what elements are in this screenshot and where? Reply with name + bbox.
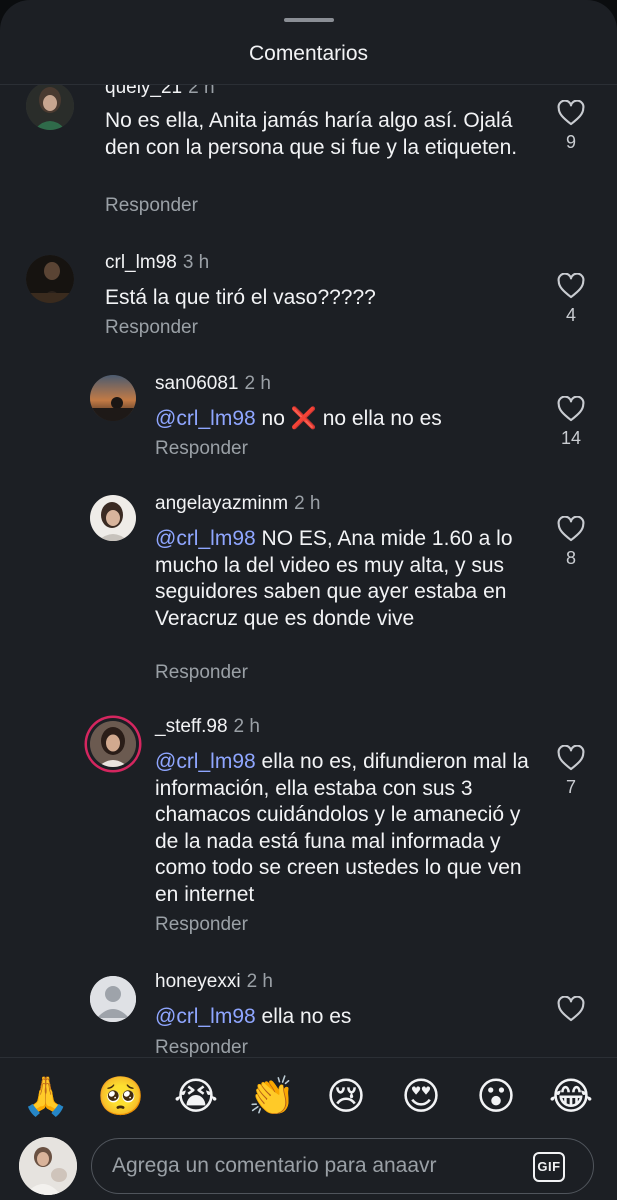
comments-sheet: Comentarios quely_21 2 h No es ella, Anit… <box>0 0 617 1200</box>
emoji-heart-eyes[interactable]: 😍 <box>398 1074 444 1120</box>
timestamp: 2 h <box>294 493 321 514</box>
like-button[interactable]: 7 <box>555 745 587 798</box>
timestamp: 2 h <box>244 373 271 394</box>
emoji-open-mouth[interactable]: 😮 <box>473 1074 519 1120</box>
reply-item: angelayazminm 2 h @crl_lm98 NO ES, Ana mi… <box>0 491 617 701</box>
reply-item: _steff.98 2 h @crl_lm98 ella no es, difun… <box>0 716 617 959</box>
like-button[interactable]: 14 <box>555 396 587 449</box>
emoji-crying-face[interactable]: 😢 <box>323 1074 369 1120</box>
mention-link[interactable]: @crl_lm98 <box>155 750 256 773</box>
comment-text: Está la que tiró el vaso????? <box>105 286 376 309</box>
quick-emoji-bar: 🙏 🥺 😭 👏 😢 😍 😮 😂 <box>0 1057 617 1135</box>
username[interactable]: crl_lm98 <box>105 252 177 273</box>
reply-button[interactable]: Responder <box>155 914 248 936</box>
comment-item: quely_21 2 h No es ella, Anita jamás harí… <box>0 85 617 235</box>
emoji-loudly-crying-face[interactable]: 😭 <box>173 1074 219 1120</box>
like-button[interactable]: 8 <box>555 516 587 569</box>
current-user-avatar <box>19 1137 77 1195</box>
heart-outline-icon <box>557 745 585 771</box>
emoji-folded-hands[interactable]: 🙏 <box>22 1074 69 1120</box>
username[interactable]: angelayazminm <box>155 493 288 514</box>
reply-item: san06081 2 h @crl_lm98 no ❌ no ella no es… <box>0 371 617 471</box>
gif-icon[interactable]: GIF <box>533 1152 565 1182</box>
timestamp: 2 h <box>188 85 215 98</box>
comment-input[interactable] <box>112 1147 512 1185</box>
comment-text: @crl_lm98 no ❌ no ella no es <box>155 407 442 430</box>
timestamp: 2 h <box>233 716 260 737</box>
like-count: 8 <box>565 548 576 568</box>
username[interactable]: _steff.98 <box>155 716 228 737</box>
comment-meta: _steff.98 2 h <box>155 716 260 738</box>
sheet-title: Comentarios <box>248 42 369 65</box>
comment-meta: crl_lm98 3 h <box>105 252 209 274</box>
like-count: 7 <box>565 777 576 797</box>
emoji-clapping-hands[interactable]: 👏 <box>248 1074 295 1120</box>
timestamp: 2 h <box>246 971 273 992</box>
user-avatar[interactable] <box>26 85 74 130</box>
default-avatar-icon[interactable] <box>90 976 136 1022</box>
user-avatar[interactable] <box>26 255 74 303</box>
comment-meta: san06081 2 h <box>155 373 271 395</box>
comment-item: crl_lm98 3 h Está la que tiró el vaso????… <box>0 250 617 350</box>
user-avatar[interactable] <box>90 495 136 541</box>
like-button[interactable]: 4 <box>555 273 587 326</box>
username[interactable]: quely_21 <box>105 85 182 98</box>
heart-outline-icon <box>557 396 585 422</box>
drag-handle[interactable] <box>284 18 334 22</box>
comment-text: @crl_lm98 ella no es <box>155 1005 352 1028</box>
user-avatar[interactable] <box>90 375 136 421</box>
heart-outline-icon <box>557 996 585 1022</box>
like-count: 4 <box>565 305 576 325</box>
heart-outline-icon <box>557 100 585 126</box>
heart-outline-icon <box>557 516 585 542</box>
comment-meta: quely_21 2 h <box>105 85 215 99</box>
reply-button[interactable]: Responder <box>155 662 248 684</box>
reply-item: honeyexxi 2 h @crl_lm98 ella no es Respon… <box>0 971 617 1057</box>
comment-input-box: GIF <box>91 1138 594 1194</box>
comment-meta: honeyexxi 2 h <box>155 971 273 993</box>
mention-link[interactable]: @crl_lm98 <box>155 407 256 430</box>
reply-button[interactable]: Responder <box>155 1037 248 1057</box>
reply-button[interactable]: Responder <box>105 317 198 339</box>
heart-outline-icon <box>557 273 585 299</box>
mention-link[interactable]: @crl_lm98 <box>155 527 256 550</box>
comment-text: @crl_lm98 ella no es, difundieron mal la… <box>155 750 529 906</box>
emoji-pleading-face[interactable]: 🥺 <box>97 1074 144 1120</box>
like-count: 14 <box>560 428 582 448</box>
reply-button[interactable]: Responder <box>105 195 198 217</box>
cross-mark-emoji: ❌ <box>290 407 317 430</box>
emoji-tears-of-joy[interactable]: 😂 <box>548 1074 594 1120</box>
like-count: 9 <box>565 132 576 152</box>
user-avatar-story[interactable] <box>90 721 136 767</box>
comment-list[interactable]: quely_21 2 h No es ella, Anita jamás harí… <box>0 85 617 1057</box>
like-button[interactable]: 9 <box>555 100 587 153</box>
comment-composer: GIF <box>0 1135 617 1200</box>
timestamp: 3 h <box>182 252 210 273</box>
comment-meta: angelayazminm 2 h <box>155 493 321 515</box>
comment-text: No es ella, Anita jamás haría algo así. … <box>105 109 518 159</box>
comment-text: @crl_lm98 NO ES, Ana mide 1.60 a lo much… <box>155 527 513 630</box>
like-button[interactable] <box>555 996 587 1022</box>
username[interactable]: honeyexxi <box>155 971 241 992</box>
username[interactable]: san06081 <box>155 373 238 394</box>
mention-link[interactable]: @crl_lm98 <box>155 1005 256 1028</box>
reply-button[interactable]: Responder <box>155 438 248 460</box>
